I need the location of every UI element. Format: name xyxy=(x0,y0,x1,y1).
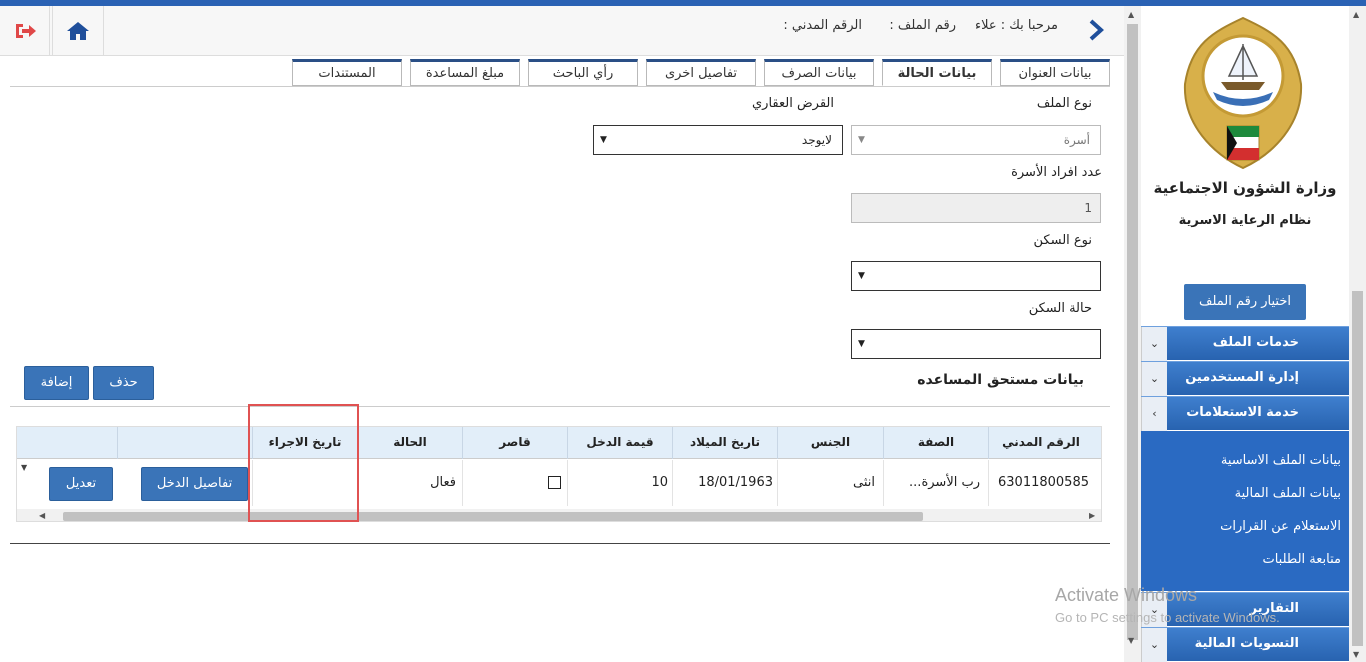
cell-birth-date: 18/01/1963 xyxy=(672,460,777,506)
submenu-request-tracking[interactable]: متابعة الطلبات xyxy=(1262,552,1341,567)
chevron-down-icon: ▼ xyxy=(858,271,865,281)
section-divider xyxy=(10,406,1110,407)
horizontal-scroll-thumb[interactable] xyxy=(63,512,923,521)
scroll-right-icon[interactable]: ▶ xyxy=(1089,511,1095,520)
civil-id-label: الرقم المدني : xyxy=(783,18,862,33)
sidebar-vertical-scrollbar[interactable]: ▲ ▼ xyxy=(1349,6,1366,662)
tab-researcher-opinion[interactable]: رأي الباحث xyxy=(528,59,638,86)
minor-checkbox[interactable] xyxy=(548,476,561,489)
menu-label: خدمات الملف xyxy=(1212,335,1299,350)
file-type-label: نوع الملف xyxy=(1036,96,1092,111)
file-type-value: أسرة xyxy=(1063,133,1090,147)
bottom-divider xyxy=(10,543,1110,544)
real-estate-loan-label: القرض العقاري xyxy=(751,96,834,111)
housing-type-label: نوع السكن xyxy=(1033,233,1092,248)
cell-income: 10 xyxy=(567,460,672,506)
cell-civil-id: 63011800585 xyxy=(988,460,1093,506)
col-civil-id[interactable]: الرقم المدني xyxy=(988,427,1093,459)
menu-inquiry-service[interactable]: خدمة الاستعلامات › xyxy=(1141,396,1349,431)
chevron-down-icon: ⌄ xyxy=(1141,362,1167,396)
tab-other-details[interactable]: تفاصيل اخرى xyxy=(646,59,756,86)
edit-button[interactable]: تعديل xyxy=(49,467,113,501)
main-vertical-scrollbar[interactable]: ▲ ▼ xyxy=(1124,6,1141,662)
col-actions-2 xyxy=(17,427,117,459)
cell-status: فعال xyxy=(357,460,462,506)
row-scroll-down-icon[interactable]: ▼ xyxy=(21,463,27,472)
tab-documents[interactable]: المستندات xyxy=(292,59,402,86)
menu-label: التسويات المالية xyxy=(1194,636,1299,651)
menu-label: خدمة الاستعلامات xyxy=(1186,405,1299,420)
cell-gender: انثى xyxy=(777,460,883,506)
cell-relation: رب الأسرة... xyxy=(883,460,988,506)
income-details-button[interactable]: تفاصيل الدخل xyxy=(141,467,248,501)
col-minor[interactable]: قاصر xyxy=(462,427,567,459)
file-number-label: رقم الملف : xyxy=(889,18,956,33)
scroll-left-icon[interactable]: ◀ xyxy=(39,511,45,520)
chevron-down-icon: ▼ xyxy=(858,135,865,145)
activate-windows-hint: Go to PC settings to activate Windows. xyxy=(1055,610,1280,625)
welcome-text: مرحبا بك : علاء xyxy=(974,18,1058,33)
home-button[interactable] xyxy=(52,6,104,56)
real-estate-loan-value: لايوجد xyxy=(801,133,832,147)
tab-address-data[interactable]: بيانات العنوان xyxy=(1000,59,1110,86)
sidebar: وزارة الشؤون الاجتماعية نظام الرعاية الا… xyxy=(1141,6,1349,662)
chevron-right-icon[interactable] xyxy=(1084,18,1108,42)
tab-disbursement-data[interactable]: بيانات الصرف xyxy=(764,59,874,86)
tab-bar: بيانات العنوان بيانات الحالة بيانات الصر… xyxy=(292,59,1110,86)
scroll-down-icon[interactable]: ▼ xyxy=(1353,650,1359,659)
tab-divider xyxy=(10,86,1110,87)
annotation-highlight-box xyxy=(248,404,359,522)
main-content: مرحبا بك : علاء رقم الملف : الرقم المدني… xyxy=(0,6,1124,662)
col-actions-1 xyxy=(117,427,252,459)
page-header: مرحبا بك : علاء رقم الملف : الرقم المدني… xyxy=(0,6,1124,56)
col-relation[interactable]: الصفة xyxy=(883,427,988,459)
family-count-label: عدد افراد الأسرة xyxy=(1011,165,1102,180)
table-header: الرقم المدني الصفة الجنس تاريخ الميلاد ق… xyxy=(17,427,1101,459)
sidebar-scroll-thumb[interactable] xyxy=(1352,291,1363,646)
system-name: نظام الرعاية الاسرية xyxy=(1178,213,1312,228)
table-horizontal-scrollbar[interactable]: ◀ ▶ xyxy=(17,509,1101,521)
scroll-up-icon[interactable]: ▲ xyxy=(1353,10,1359,19)
file-type-select[interactable]: أسرة ▼ xyxy=(851,125,1101,155)
col-income[interactable]: قيمة الدخل xyxy=(567,427,672,459)
scroll-down-icon[interactable]: ▼ xyxy=(1128,636,1134,645)
housing-status-select[interactable]: ▼ xyxy=(851,329,1101,359)
submenu-financial-file-data[interactable]: بيانات الملف المالية xyxy=(1235,486,1341,501)
logout-button[interactable] xyxy=(0,6,50,56)
tab-aid-amount[interactable]: مبلغ المساعدة xyxy=(410,59,520,86)
col-status[interactable]: الحالة xyxy=(357,427,462,459)
chevron-down-icon: ⌄ xyxy=(1141,327,1167,361)
housing-type-select[interactable]: ▼ xyxy=(851,261,1101,291)
ministry-emblem-icon xyxy=(1183,16,1303,170)
chevron-right-icon: › xyxy=(1141,397,1167,431)
family-count-input[interactable]: 1 xyxy=(851,193,1101,223)
scroll-up-icon[interactable]: ▲ xyxy=(1128,10,1134,19)
add-button[interactable]: إضافة xyxy=(24,366,89,400)
menu-user-management[interactable]: إدارة المستخدمين ⌄ xyxy=(1141,361,1349,396)
housing-status-label: حالة السكن xyxy=(1028,301,1092,316)
logout-icon xyxy=(15,24,36,38)
col-gender[interactable]: الجنس xyxy=(777,427,883,459)
cell-minor xyxy=(462,460,567,506)
beneficiaries-table: الرقم المدني الصفة الجنس تاريخ الميلاد ق… xyxy=(16,426,1102,522)
submenu-decisions-inquiry[interactable]: الاستعلام عن القرارات xyxy=(1220,519,1341,534)
delete-button[interactable]: حذف xyxy=(93,366,154,400)
tab-case-data[interactable]: بيانات الحالة xyxy=(882,59,992,86)
activate-windows-watermark: Activate Windows xyxy=(1055,585,1198,605)
col-birth-date[interactable]: تاريخ الميلاد xyxy=(672,427,777,459)
real-estate-loan-select[interactable]: لايوجد ▼ xyxy=(593,125,843,155)
chevron-down-icon: ▼ xyxy=(600,135,607,145)
menu-file-services[interactable]: خدمات الملف ⌄ xyxy=(1141,326,1349,361)
menu-label: إدارة المستخدمين xyxy=(1185,370,1299,385)
ministry-name: وزارة الشؤون الاجتماعية xyxy=(1153,179,1337,197)
chevron-down-icon: ⌄ xyxy=(1141,628,1167,662)
main-scroll-thumb[interactable] xyxy=(1127,24,1138,640)
inquiry-submenu: بيانات الملف الاساسية بيانات الملف المال… xyxy=(1141,431,1349,591)
beneficiary-section-title: بيانات مستحق المساعده xyxy=(917,372,1084,388)
home-icon xyxy=(67,22,89,40)
choose-file-button[interactable]: اختيار رقم الملف xyxy=(1184,284,1306,320)
menu-financial-settlements[interactable]: التسويات المالية ⌄ xyxy=(1141,627,1349,662)
chevron-down-icon: ▼ xyxy=(858,339,865,349)
submenu-basic-file-data[interactable]: بيانات الملف الاساسية xyxy=(1221,453,1341,468)
